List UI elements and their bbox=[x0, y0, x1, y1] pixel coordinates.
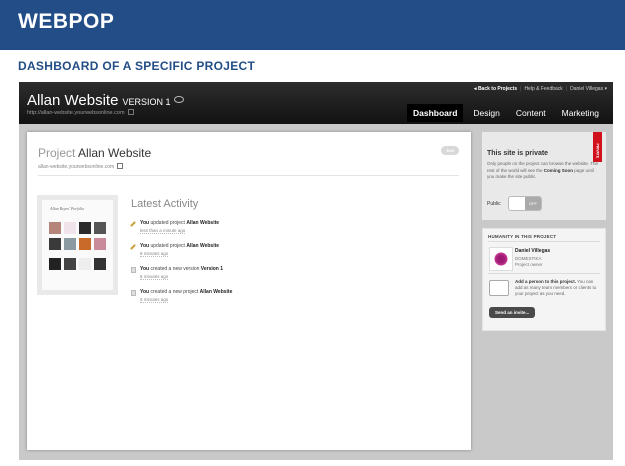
send-invite-button[interactable]: Send an invite... bbox=[489, 307, 536, 318]
humanity-panel: HUMANITY IN THIS PROJECT Daniel Villegas… bbox=[482, 228, 606, 331]
document-icon bbox=[131, 267, 136, 273]
avatar[interactable] bbox=[489, 247, 513, 271]
member-name[interactable]: Daniel Villegas bbox=[515, 248, 550, 254]
external-link-icon[interactable] bbox=[117, 163, 124, 169]
thumbnail-tile bbox=[79, 238, 91, 250]
activity-time: 8 minutes ago bbox=[140, 251, 169, 257]
project-card: Project Allan Website allan-website.your… bbox=[27, 132, 471, 450]
tab-content[interactable]: Content bbox=[510, 104, 552, 122]
top-links: ◂ Back to Projects | Help & Feedback | Danie… bbox=[474, 86, 607, 92]
tab-dashboard[interactable]: Dashboard bbox=[407, 104, 464, 122]
thumbnail-tile bbox=[94, 258, 106, 270]
divider bbox=[38, 175, 459, 176]
privacy-panel: PRIVATE This site is private Only people… bbox=[482, 132, 606, 220]
slide-title: WEBPOP bbox=[18, 10, 115, 33]
member-org: DOMESTIKA bbox=[515, 256, 542, 261]
site-thumbnail[interactable]: Allan Reyes' Porfolio bbox=[37, 195, 118, 295]
pencil-icon bbox=[130, 221, 136, 227]
version-label: VERSION 1 bbox=[122, 97, 171, 107]
thumbnail-tile bbox=[79, 222, 91, 234]
activity-time: 8 minutes ago bbox=[140, 297, 169, 303]
add-person-text: Add a person to this project. You can ad… bbox=[515, 279, 597, 296]
tab-marketing[interactable]: Marketing bbox=[556, 104, 605, 122]
thumbnail-page: Allan Reyes' Porfolio bbox=[42, 200, 113, 290]
tab-design[interactable]: Design bbox=[467, 104, 505, 122]
divider bbox=[488, 241, 600, 242]
project-url[interactable]: allan-website.yourwebsonline.com bbox=[38, 163, 124, 170]
private-ribbon: PRIVATE bbox=[593, 132, 602, 162]
privacy-text: Only people on the project can browse th… bbox=[487, 161, 598, 179]
thumbnail-tile bbox=[49, 222, 61, 234]
user-menu[interactable]: Daniel Villegas ▾ bbox=[570, 86, 607, 92]
add-person-icon bbox=[489, 280, 509, 296]
site-url[interactable]: http://allan-website.yourwebsonline.com bbox=[27, 109, 134, 116]
thumbnail-tile bbox=[49, 258, 61, 270]
slide-subtitle: DASHBOARD OF A SPECIFIC PROJECT bbox=[18, 59, 256, 73]
humanity-title: HUMANITY IN THIS PROJECT bbox=[488, 234, 557, 239]
thumbnail-tile bbox=[49, 238, 61, 250]
public-label: Public bbox=[487, 201, 501, 207]
privacy-title: This site is private bbox=[487, 150, 549, 157]
activity-time: 8 minutes ago bbox=[140, 274, 169, 280]
app-screenshot: Allan Website VERSION 1 http://allan-webs… bbox=[19, 82, 613, 460]
member-role: Project owner bbox=[515, 262, 543, 267]
divider bbox=[488, 273, 600, 274]
document-icon bbox=[131, 290, 136, 296]
main-nav: Dashboard Design Content Marketing bbox=[407, 104, 605, 122]
thumbnail-title: Allan Reyes' Porfolio bbox=[50, 206, 85, 211]
site-title-text: Allan Website bbox=[27, 92, 119, 109]
edit-button[interactable]: Edit bbox=[441, 146, 459, 155]
external-link-icon[interactable] bbox=[127, 109, 134, 115]
thumbnail-tile bbox=[94, 238, 106, 250]
thumbnail-tile bbox=[64, 222, 76, 234]
avatar-image bbox=[493, 251, 509, 267]
thumbnail-tile bbox=[64, 238, 76, 250]
activity-title: Latest Activity bbox=[131, 198, 199, 210]
thumbnail-tile bbox=[64, 258, 76, 270]
preview-eye-icon[interactable] bbox=[174, 96, 185, 103]
public-toggle[interactable]: OFF bbox=[508, 196, 542, 211]
private-ribbon-label: PRIVATE bbox=[595, 143, 600, 159]
toggle-off-label: OFF bbox=[525, 197, 541, 210]
site-title: Allan Website VERSION 1 bbox=[27, 92, 185, 109]
slide-banner: WEBPOP bbox=[0, 0, 625, 50]
help-feedback-link[interactable]: Help & Feedback bbox=[524, 86, 562, 92]
activity-time: less than a minute ago bbox=[140, 228, 186, 234]
pencil-icon bbox=[130, 244, 136, 250]
thumbnail-tile bbox=[79, 258, 91, 270]
thumbnail-tile bbox=[94, 222, 106, 234]
top-bar: Allan Website VERSION 1 http://allan-webs… bbox=[19, 82, 613, 124]
project-title: Project Allan Website bbox=[38, 146, 152, 160]
back-to-projects-link[interactable]: ◂ Back to Projects bbox=[474, 86, 517, 92]
